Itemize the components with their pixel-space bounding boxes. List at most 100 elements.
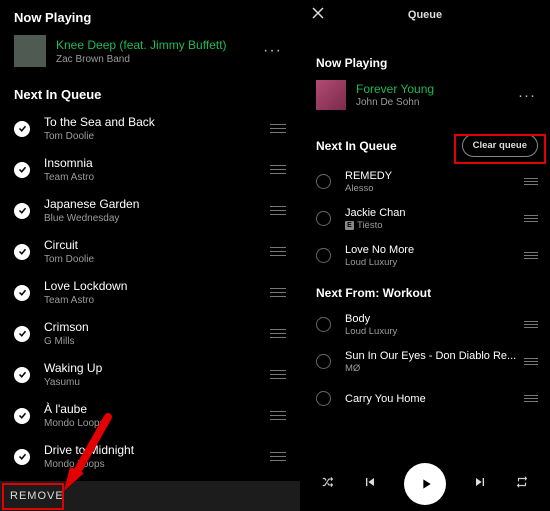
left-pane: Now Playing Knee Deep (feat. Jimmy Buffe… [0, 0, 300, 511]
row-text: Love LockdownTeam Astro [44, 279, 268, 306]
repeat-button[interactable] [515, 475, 529, 494]
drag-handle-icon[interactable] [524, 252, 538, 260]
check-icon[interactable] [14, 449, 30, 465]
check-icon[interactable] [14, 244, 30, 260]
row-title: Drive to Midnight [44, 443, 268, 457]
queue-row[interactable]: REMEDYAlesso [300, 163, 550, 200]
select-circle[interactable] [316, 354, 331, 369]
drag-handle-icon[interactable] [268, 411, 286, 421]
check-icon[interactable] [14, 326, 30, 342]
drag-handle-icon[interactable] [524, 395, 538, 403]
select-circle[interactable] [316, 211, 331, 226]
queue-row[interactable]: Jackie ChanETiësto [300, 200, 550, 237]
queue-row[interactable]: To the Sea and Back Tom Doolie [0, 108, 300, 149]
queue-row[interactable]: Love No MoreLoud Luxury [300, 237, 550, 274]
check-icon[interactable] [14, 203, 30, 219]
drag-handle-icon[interactable] [268, 370, 286, 380]
now-playing-header: Now Playing [0, 0, 300, 31]
bottom-bar: REMOVE [0, 481, 300, 511]
drag-handle-icon[interactable] [524, 178, 538, 186]
shuffle-button[interactable] [321, 475, 335, 494]
row-title: Japanese Garden [44, 197, 268, 211]
check-icon[interactable] [14, 285, 30, 301]
row-artist: Team Astro [44, 172, 268, 183]
drag-handle-icon[interactable] [268, 452, 286, 462]
drag-handle-icon[interactable] [268, 124, 286, 134]
row-artist: Yasumu [44, 377, 268, 388]
r-nextfrom-list: BodyLoud LuxurySun In Our Eyes - Don Dia… [300, 306, 550, 417]
r-now-playing-text: Forever Young John De Sohn [356, 82, 516, 108]
r-queue-list: REMEDYAlessoJackie ChanETiëstoLove No Mo… [300, 163, 550, 274]
more-icon[interactable]: ··· [259, 42, 286, 60]
check-icon[interactable] [14, 408, 30, 424]
previous-button[interactable] [362, 474, 378, 495]
now-playing-text: Knee Deep (feat. Jimmy Buffett) Zac Brow… [56, 38, 259, 65]
row-artist: Tom Doolie [44, 254, 268, 265]
select-circle[interactable] [316, 174, 331, 189]
drag-handle-icon[interactable] [524, 358, 538, 366]
row-artist: Loud Luxury [345, 326, 524, 337]
queue-row[interactable]: Carry You Home [300, 380, 550, 417]
queue-row[interactable]: Sun In Our Eyes - Don Diablo Re...MØ [300, 343, 550, 380]
row-text: Japanese Garden Blue Wednesday [44, 197, 268, 224]
drag-handle-icon[interactable] [524, 321, 538, 329]
check-icon[interactable] [14, 121, 30, 137]
check-icon[interactable] [14, 367, 30, 383]
more-icon[interactable]: ··· [516, 87, 538, 104]
row-title: Crimson [44, 320, 268, 334]
remove-button[interactable]: REMOVE [10, 490, 64, 502]
check-icon[interactable] [14, 162, 30, 178]
drag-handle-icon[interactable] [268, 329, 286, 339]
queue-row[interactable]: Love LockdownTeam Astro [0, 272, 300, 313]
queue-row[interactable]: Crimson G Mills [0, 313, 300, 354]
queue-row[interactable]: BodyLoud Luxury [300, 306, 550, 343]
row-artist: Mondo Loops [44, 459, 268, 470]
row-title: To the Sea and Back [44, 115, 268, 129]
select-circle[interactable] [316, 317, 331, 332]
queue-row[interactable]: Insomnia Team Astro [0, 149, 300, 190]
row-text: Circuit Tom Doolie [44, 238, 268, 265]
drag-handle-icon[interactable] [268, 206, 286, 216]
play-button[interactable] [404, 463, 446, 505]
row-artist: G Mills [44, 336, 268, 347]
drag-handle-icon[interactable] [268, 247, 286, 257]
row-text: À l'aube Mondo Loops [44, 402, 268, 429]
row-text: Carry You Home [345, 393, 524, 405]
queue-row[interactable]: À l'aube Mondo Loops [0, 395, 300, 436]
track-artist: John De Sohn [356, 97, 516, 108]
next-in-queue-label: Next In Queue [316, 139, 397, 153]
row-title: Carry You Home [345, 393, 524, 405]
select-circle[interactable] [316, 248, 331, 263]
row-title: À l'aube [44, 402, 268, 416]
row-title: Jackie Chan [345, 207, 524, 219]
row-text: Crimson G Mills [44, 320, 268, 347]
queue-row[interactable]: Waking Up Yasumu [0, 354, 300, 395]
queue-row[interactable]: Japanese Garden Blue Wednesday [0, 190, 300, 231]
close-icon[interactable] [312, 7, 330, 23]
row-artist: Blue Wednesday [44, 213, 268, 224]
queue-row[interactable]: Circuit Tom Doolie [0, 231, 300, 272]
row-artist: Loud Luxury [345, 257, 524, 268]
queue-row[interactable]: Drive to Midnight Mondo Loops [0, 436, 300, 477]
track-artist: Zac Brown Band [56, 54, 259, 65]
row-title: REMEDY [345, 170, 524, 182]
row-title: Insomnia [44, 156, 268, 170]
row-title: Waking Up [44, 361, 268, 375]
drag-handle-icon[interactable] [268, 165, 286, 175]
drag-handle-icon[interactable] [524, 215, 538, 223]
row-artist: Team Astro [44, 295, 268, 306]
next-button[interactable] [472, 474, 488, 495]
now-playing-row[interactable]: Knee Deep (feat. Jimmy Buffett) Zac Brow… [0, 31, 300, 77]
select-circle[interactable] [316, 391, 331, 406]
clear-queue-button[interactable]: Clear queue [462, 134, 538, 157]
row-artist: Tom Doolie [44, 131, 268, 142]
drag-handle-icon[interactable] [268, 288, 286, 298]
queue-title: Queue [408, 9, 442, 21]
row-title: Body [345, 313, 524, 325]
explicit-badge: E [345, 221, 354, 230]
row-artist: Mondo Loops [44, 418, 268, 429]
r-now-playing-row[interactable]: Forever Young John De Sohn ··· [300, 76, 550, 116]
album-art [316, 80, 346, 110]
row-text: Love No MoreLoud Luxury [345, 244, 524, 268]
row-title: Circuit [44, 238, 268, 252]
